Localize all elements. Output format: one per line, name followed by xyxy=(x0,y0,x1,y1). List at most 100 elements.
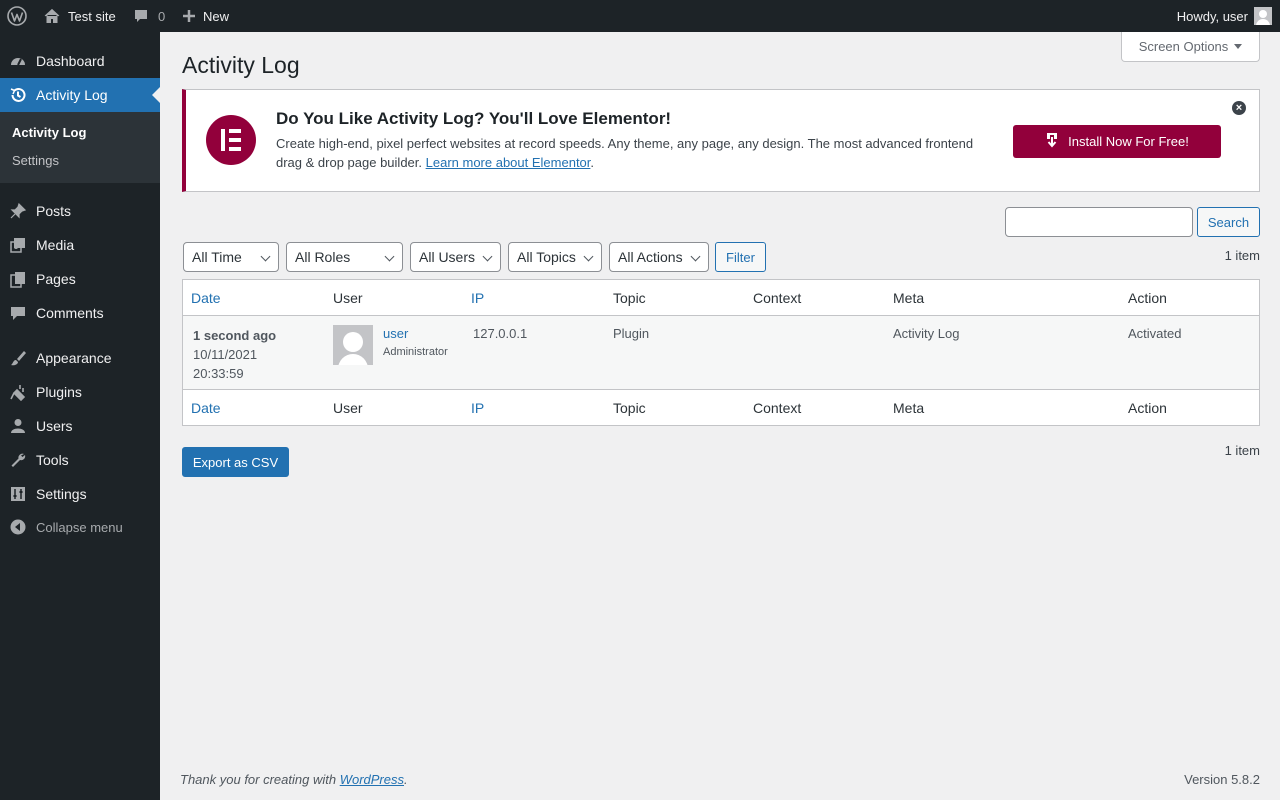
sidebar-item-activity-log[interactable]: Activity Log xyxy=(0,78,160,112)
time-ago: 1 second ago xyxy=(193,328,277,343)
chevron-down-icon xyxy=(583,251,594,262)
column-action: Action xyxy=(1128,290,1167,306)
export-csv-button[interactable]: Export as CSV xyxy=(182,447,289,477)
settings-icon xyxy=(0,485,36,503)
comment-bubble-icon xyxy=(133,8,149,24)
users-filter-select[interactable]: All Users xyxy=(410,242,501,272)
install-button-label: Install Now For Free! xyxy=(1068,134,1189,149)
sidebar-item-tools[interactable]: Tools xyxy=(0,443,160,477)
brush-icon xyxy=(0,349,36,367)
sidebar-item-pages[interactable]: Pages xyxy=(0,262,160,296)
actions-filter-select[interactable]: All Actions xyxy=(609,242,709,272)
user-avatar-icon xyxy=(1254,7,1272,25)
collapse-menu-button[interactable]: Collapse menu xyxy=(0,514,123,540)
search-button[interactable]: Search xyxy=(1197,207,1260,237)
admin-sidebar: Dashboard Activity Log Activity Log Sett… xyxy=(0,32,160,800)
chevron-down-icon xyxy=(384,251,395,262)
items-count-top: 1 item xyxy=(1224,248,1260,263)
action-cell: Activated xyxy=(1128,326,1182,341)
media-icon xyxy=(0,236,36,254)
log-date: 10/11/2021 xyxy=(193,347,258,362)
wordpress-logo-icon[interactable] xyxy=(7,0,27,32)
comments-link[interactable]: 0 xyxy=(133,0,165,32)
footer-column-topic: Topic xyxy=(613,400,646,416)
comments-count: 0 xyxy=(158,8,166,24)
activity-log-submenu: Activity Log Settings xyxy=(0,112,160,183)
column-user: User xyxy=(333,290,363,306)
user-icon xyxy=(0,417,36,435)
dashboard-icon xyxy=(0,52,36,70)
chevron-down-icon xyxy=(260,251,271,262)
my-account-link[interactable]: Howdy, user xyxy=(1177,0,1272,32)
collapse-arrow-icon xyxy=(0,519,36,535)
download-icon xyxy=(1045,132,1059,151)
caret-down-icon xyxy=(1234,44,1243,49)
meta-cell: Activity Log xyxy=(893,326,960,341)
topic-cell: Plugin xyxy=(613,326,650,341)
log-time: 20:33:59 xyxy=(193,366,244,381)
sidebar-item-plugins[interactable]: Plugins xyxy=(0,375,160,409)
search-input[interactable] xyxy=(1005,207,1193,237)
dismiss-notice-icon[interactable]: × xyxy=(1232,101,1246,115)
sidebar-item-comments[interactable]: Comments xyxy=(0,296,160,330)
sidebar-item-users[interactable]: Users xyxy=(0,409,160,443)
sidebar-item-appearance[interactable]: Appearance xyxy=(0,341,160,375)
install-elementor-button[interactable]: Install Now For Free! xyxy=(1013,125,1221,158)
roles-filter-select[interactable]: All Roles xyxy=(286,242,403,272)
column-meta: Meta xyxy=(893,290,925,306)
activity-log-table: Date User IP Topic Context Meta Action 1… xyxy=(182,279,1260,426)
time-filter-select[interactable]: All Time xyxy=(183,242,279,272)
ip-cell: 127.0.0.1 xyxy=(473,326,528,341)
wordpress-link[interactable]: WordPress xyxy=(340,772,404,787)
user-role: Administrator xyxy=(383,346,448,358)
footer-column-action: Action xyxy=(1128,400,1167,416)
table-header: Date User IP Topic Context Meta Action xyxy=(183,280,1259,316)
items-count-bottom: 1 item xyxy=(1224,443,1260,458)
screen-options-label: Screen Options xyxy=(1138,39,1229,54)
table-row: 1 second ago 10/11/2021 20:33:59 user Ad… xyxy=(183,316,1259,389)
plus-icon xyxy=(182,9,196,23)
page-title: Activity Log xyxy=(182,52,300,78)
topics-filter-select[interactable]: All Topics xyxy=(508,242,602,272)
footer-column-user: User xyxy=(333,400,363,416)
submenu-item-activity-log[interactable]: Activity Log xyxy=(12,125,86,140)
user-avatar xyxy=(333,325,373,365)
column-ip[interactable]: IP xyxy=(471,290,484,306)
column-date[interactable]: Date xyxy=(191,290,221,306)
date-cell: 1 second ago 10/11/2021 20:33:59 xyxy=(193,326,276,383)
footer-column-context: Context xyxy=(753,400,802,416)
promo-description: Create high-end, pixel perfect websites … xyxy=(276,136,974,170)
chevron-down-icon xyxy=(690,251,701,262)
elementor-logo-icon xyxy=(206,115,256,165)
user-name-link[interactable]: user xyxy=(383,326,408,341)
column-context: Context xyxy=(753,290,802,306)
history-icon xyxy=(0,86,36,104)
footer-column-meta: Meta xyxy=(893,400,925,416)
submenu-item-settings[interactable]: Settings xyxy=(12,153,59,168)
sidebar-item-media[interactable]: Media xyxy=(0,228,160,262)
sidebar-item-posts[interactable]: Posts xyxy=(0,194,160,228)
table-footer: Date User IP Topic Context Meta Action xyxy=(183,389,1259,425)
sidebar-item-settings[interactable]: Settings xyxy=(0,477,160,511)
screen-options-button[interactable]: Screen Options xyxy=(1121,32,1260,62)
comment-icon xyxy=(0,304,36,322)
sidebar-item-dashboard[interactable]: Dashboard xyxy=(0,44,160,78)
wrench-icon xyxy=(0,451,36,469)
new-label: New xyxy=(203,8,230,24)
footer-column-date[interactable]: Date xyxy=(191,400,221,416)
collapse-menu-label: Collapse menu xyxy=(36,519,123,535)
site-name-link[interactable]: Test site xyxy=(44,0,116,32)
main-content: Screen Options Activity Log Do You Like … xyxy=(182,32,1260,800)
learn-more-elementor-link[interactable]: Learn more about Elementor xyxy=(426,155,591,170)
filter-button[interactable]: Filter xyxy=(715,242,766,272)
footer-version: Version 5.8.2 xyxy=(1184,772,1260,787)
new-content-link[interactable]: New xyxy=(182,0,229,32)
plugin-icon xyxy=(0,383,36,401)
footer-thanks: Thank you for creating with WordPress. xyxy=(180,772,408,787)
howdy-text: Howdy, user xyxy=(1176,8,1248,24)
footer-column-ip[interactable]: IP xyxy=(471,400,484,416)
chevron-down-icon xyxy=(482,251,493,262)
promo-heading: Do You Like Activity Log? You'll Love El… xyxy=(276,109,672,128)
pin-icon xyxy=(0,202,36,220)
home-icon xyxy=(44,8,60,24)
